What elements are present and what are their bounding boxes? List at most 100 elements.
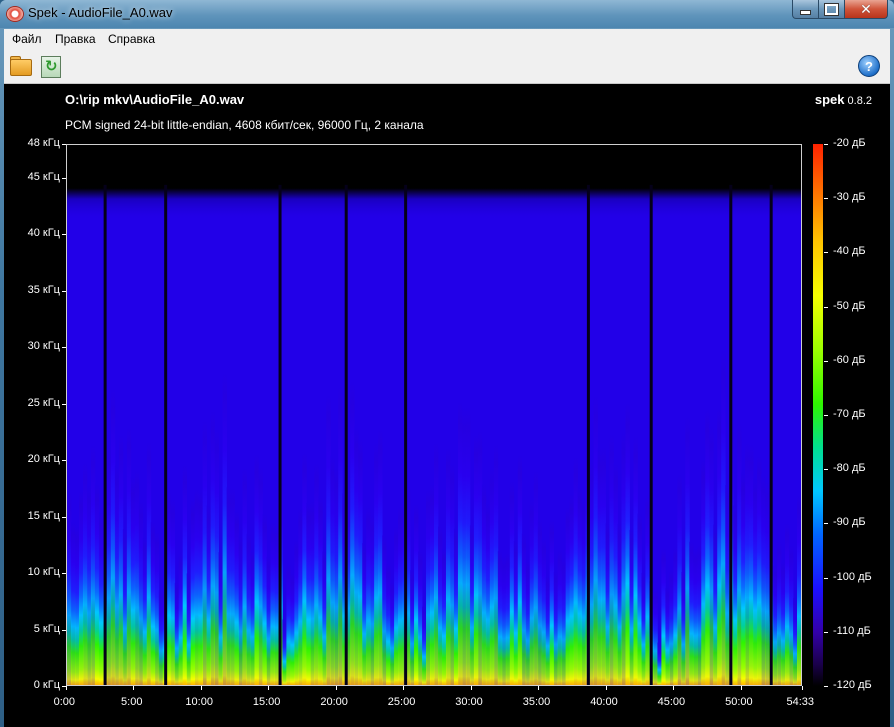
db-tick-mark (824, 144, 828, 145)
freq-tick-label: 35 кГц (27, 283, 60, 296)
spectrogram-plot[interactable] (66, 144, 802, 686)
spek-app-icon (6, 6, 24, 22)
db-colorbar (813, 144, 823, 686)
freq-tick-mark (62, 234, 66, 236)
time-tick-mark (403, 686, 405, 690)
time-tick-label: 45:00 (657, 696, 686, 708)
db-tick-label: -100 дБ (833, 570, 872, 583)
open-file-button[interactable] (9, 55, 32, 77)
db-tick-label: -60 дБ (833, 353, 866, 366)
freq-tick-label: 10 кГц (27, 566, 60, 579)
db-tick-mark (824, 360, 828, 362)
silence-gap (103, 184, 107, 685)
db-tick-mark (824, 306, 828, 308)
freq-tick-mark (62, 347, 66, 349)
freq-tick-mark (62, 460, 66, 462)
time-tick-mark (673, 686, 675, 690)
silence-gap (344, 184, 348, 685)
time-tick-mark (335, 686, 337, 690)
minimize-button[interactable] (792, 0, 819, 19)
maximize-button[interactable] (818, 0, 845, 19)
freq-tick-mark (62, 403, 66, 405)
db-tick-mark (824, 577, 828, 579)
freq-tick-label: 5 кГц (33, 622, 60, 635)
app-name: spek (814, 92, 845, 107)
time-tick-mark (802, 686, 803, 690)
file-path: O:\rip mkv\AudioFile_A0.wav (65, 92, 245, 107)
db-tick-label: -80 дБ (833, 462, 866, 475)
silence-gap (649, 184, 653, 685)
time-tick-mark (605, 686, 607, 690)
freq-tick-label: 45 кГц (27, 170, 60, 183)
silence-gap (404, 184, 408, 685)
time-tick-label: 15:00 (252, 696, 281, 708)
db-tick-label: -120 дБ (833, 679, 872, 691)
spectrum-cutoff (67, 145, 801, 685)
save-button[interactable]: ↻ (39, 55, 61, 78)
close-button[interactable]: ✕ (844, 0, 888, 19)
time-tick-mark (200, 686, 202, 690)
folder-open-icon (10, 59, 32, 76)
close-icon: ✕ (860, 0, 872, 17)
time-tick-mark (268, 686, 270, 690)
freq-tick-label: 15 кГц (27, 509, 60, 522)
time-tick-label: 40:00 (590, 696, 618, 708)
save-arrow-icon: ↻ (45, 58, 58, 75)
menu-bar: Файл Правка Справка (4, 29, 890, 51)
window-title: Spek - AudioFile_A0.wav (28, 5, 173, 20)
freq-tick-mark (62, 177, 66, 179)
spectrogram-image (67, 145, 801, 685)
spek-version-label: spek 0.8.2 (815, 92, 872, 107)
time-tick-mark (66, 686, 67, 690)
time-tick-label: 0:00 (53, 696, 76, 708)
db-tick-mark (824, 415, 828, 416)
title-bar[interactable]: Spek - AudioFile_A0.wav ✕ (0, 0, 894, 28)
freq-tick-label: 30 кГц (27, 340, 60, 353)
time-tick-label: 30:00 (455, 696, 483, 708)
menu-file[interactable]: Файл (12, 32, 42, 46)
time-tick-label: 20:00 (320, 696, 348, 708)
db-tick-mark (824, 631, 828, 633)
time-tick-label: 25:00 (387, 696, 416, 708)
db-tick-label: -20 дБ (833, 137, 866, 149)
db-tick-label: -30 дБ (833, 191, 866, 204)
db-tick-label: -70 дБ (833, 408, 866, 420)
time-tick-mark (740, 686, 742, 690)
help-button[interactable]: ? (858, 55, 880, 77)
silence-gap (164, 184, 168, 685)
toolbar: ↻ ? (4, 50, 890, 84)
silence-gap (769, 184, 773, 685)
time-tick-label: 5:00 (121, 696, 143, 708)
db-tick-mark (824, 252, 828, 254)
menu-edit[interactable]: Правка (55, 32, 96, 46)
silence-gap (278, 184, 282, 685)
silence-gap (729, 184, 733, 685)
db-tick-mark (824, 198, 828, 200)
spectrogram-canvas: O:\rip mkv\AudioFile_A0.wav PCM signed 2… (4, 84, 890, 727)
time-tick-label: 54:33 (786, 696, 815, 708)
time-tick-mark (133, 686, 135, 690)
db-tick-mark (824, 469, 828, 471)
time-tick-mark (538, 686, 540, 690)
time-tick-mark (470, 686, 472, 690)
freq-tick-mark (62, 516, 66, 518)
app-version: 0.8.2 (847, 95, 872, 107)
freq-tick-mark (62, 144, 66, 145)
menu-help[interactable]: Справка (108, 32, 155, 46)
freq-tick-label: 25 кГц (27, 396, 60, 409)
freq-tick-label: 40 кГц (27, 227, 60, 240)
freq-tick-label: 48 кГц (27, 137, 60, 149)
freq-tick-label: 0 кГц (33, 679, 60, 691)
db-tick-mark (824, 523, 828, 525)
maximize-icon (825, 3, 838, 15)
minimize-icon (800, 9, 811, 15)
spek-window: Spek - AudioFile_A0.wav ✕ Файл Правка Сп… (0, 0, 894, 727)
freq-tick-mark (62, 290, 66, 292)
db-tick-label: -50 дБ (833, 299, 866, 312)
db-tick-label: -90 дБ (833, 516, 866, 529)
file-info: PCM signed 24-bit little-endian, 4608 кб… (65, 118, 424, 132)
help-icon: ? (858, 55, 880, 77)
freq-tick-mark (62, 573, 66, 575)
freq-tick-mark (62, 629, 66, 631)
time-tick-label: 10:00 (185, 696, 213, 708)
